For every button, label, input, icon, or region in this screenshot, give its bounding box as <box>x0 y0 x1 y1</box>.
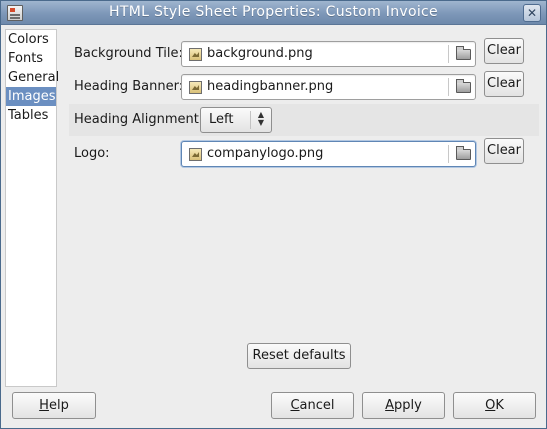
logo-value: companylogo.png <box>207 146 324 161</box>
title-bar[interactable]: HTML Style Sheet Properties: Custom Invo… <box>1 1 546 25</box>
heading-alignment-value: Left <box>209 112 234 127</box>
heading-alignment-select[interactable]: Left ▲ ▼ <box>200 107 272 133</box>
logo-clear-button[interactable]: Clear <box>484 138 524 164</box>
logo-row: Logo: companylogo.png Clear <box>69 138 539 170</box>
select-divider <box>250 111 251 129</box>
heading-banner-value: headingbanner.png <box>207 79 334 94</box>
background-tile-clear-button[interactable]: Clear <box>484 38 524 64</box>
close-button[interactable]: ✕ <box>523 4 541 22</box>
sidebar-item-colors[interactable]: Colors <box>6 30 56 49</box>
heading-banner-field[interactable]: headingbanner.png <box>181 74 476 100</box>
heading-banner-label: Heading Banner: <box>74 79 184 94</box>
field-divider <box>448 45 449 63</box>
image-file-icon <box>189 148 202 161</box>
category-list: Colors Fonts General Images Tables <box>5 29 59 387</box>
background-tile-label: Background Tile: <box>74 46 183 61</box>
heading-banner-clear-button[interactable]: Clear <box>484 71 524 97</box>
field-divider <box>448 78 449 96</box>
background-tile-field[interactable]: background.png <box>181 41 476 67</box>
image-file-icon <box>189 81 202 94</box>
cancel-button[interactable]: Cancel <box>271 392 354 419</box>
ok-button[interactable]: OK <box>453 392 536 419</box>
images-panel: Background Tile: background.png Clear He… <box>61 31 543 395</box>
window-title: HTML Style Sheet Properties: Custom Invo… <box>109 4 438 20</box>
apply-label-rest: pply <box>394 398 422 413</box>
up-down-arrows-icon: ▲ ▼ <box>257 110 265 127</box>
sidebar-item-tables[interactable]: Tables <box>6 106 56 125</box>
image-file-icon <box>189 48 202 61</box>
heading-banner-row: Heading Banner: headingbanner.png Clear <box>69 71 539 103</box>
sidebar-item-images[interactable]: Images <box>6 87 56 106</box>
background-tile-row: Background Tile: background.png Clear <box>69 38 539 70</box>
logo-field[interactable]: companylogo.png <box>181 141 476 167</box>
help-mnemonic: H <box>39 398 49 413</box>
heading-alignment-row: Heading Alignment: Left ▲ ▼ <box>69 104 539 136</box>
dialog-window: HTML Style Sheet Properties: Custom Invo… <box>0 0 547 429</box>
ok-mnemonic: O <box>485 398 496 413</box>
apply-mnemonic: A <box>385 398 395 413</box>
help-label-rest: elp <box>48 398 69 413</box>
folder-browse-icon[interactable] <box>456 46 471 60</box>
apply-button[interactable]: Apply <box>362 392 445 419</box>
background-tile-value: background.png <box>207 46 313 61</box>
logo-label: Logo: <box>74 146 110 161</box>
heading-alignment-label: Heading Alignment: <box>74 112 204 127</box>
sidebar-item-fonts[interactable]: Fonts <box>6 49 56 68</box>
cancel-mnemonic: C <box>290 398 300 413</box>
sidebar-item-general[interactable]: General <box>6 68 59 87</box>
folder-browse-icon[interactable] <box>456 79 471 93</box>
help-button[interactable]: Help <box>12 392 96 419</box>
field-divider <box>448 145 449 163</box>
reset-defaults-button[interactable]: Reset defaults <box>247 343 351 369</box>
cancel-label-rest: ancel <box>299 398 335 413</box>
folder-browse-icon[interactable] <box>456 146 471 160</box>
ok-label-rest: K <box>495 398 504 413</box>
